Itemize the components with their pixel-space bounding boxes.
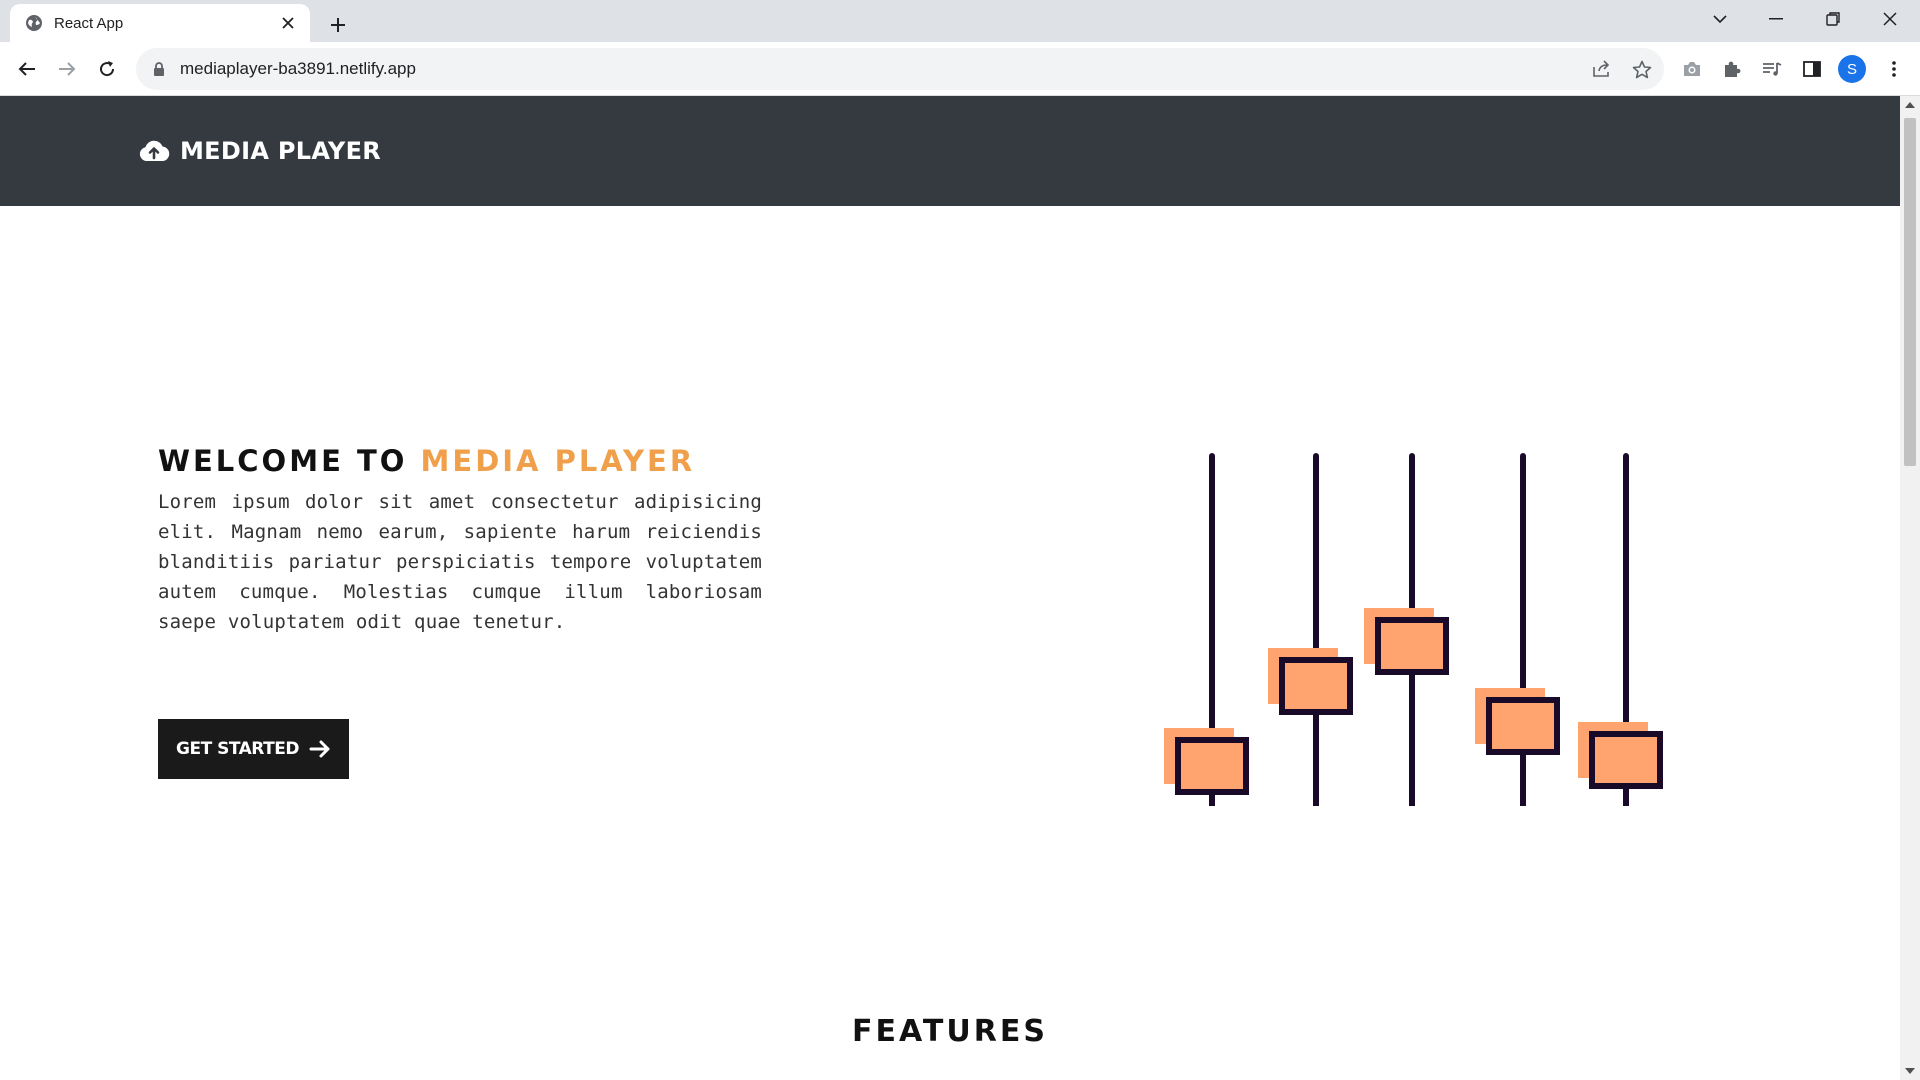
more-menu-icon[interactable] — [1878, 53, 1910, 85]
bookmark-star-icon[interactable] — [1624, 51, 1660, 87]
brand-name: MEDIA PLAYER — [180, 137, 382, 165]
address-bar[interactable]: mediaplayer-ba3891.netlify.app — [136, 48, 1664, 90]
media-controls-icon[interactable] — [1756, 53, 1788, 85]
browser-toolbar: mediaplayer-ba3891.netlify.app S — [0, 42, 1920, 96]
browser-tab[interactable]: React App — [10, 4, 310, 42]
url-text[interactable]: mediaplayer-ba3891.netlify.app — [180, 59, 416, 79]
share-icon[interactable] — [1584, 51, 1620, 87]
scrollbar-thumb[interactable] — [1904, 118, 1916, 466]
globe-icon — [24, 13, 44, 33]
close-tab-icon[interactable] — [278, 13, 298, 33]
scroll-up-icon[interactable] — [1905, 102, 1915, 108]
lock-icon[interactable] — [150, 60, 168, 78]
tab-title: React App — [54, 14, 124, 32]
page-viewport: MEDIA PLAYER WELCOME TO MEDIA PLAYER Lor… — [0, 96, 1920, 1080]
hero-title-accent: MEDIA PLAYER — [420, 444, 696, 478]
minimize-icon[interactable] — [1748, 0, 1804, 38]
features-heading: FEATURES — [852, 1014, 1048, 1049]
get-started-label: GET STARTED — [176, 739, 299, 759]
hero-title: WELCOME TO MEDIA PLAYER — [158, 444, 695, 478]
new-tab-button[interactable] — [322, 9, 354, 41]
hero-description: Lorem ipsum dolor sit amet consectetur a… — [158, 491, 762, 633]
close-window-icon[interactable] — [1862, 0, 1918, 38]
arrow-right-icon — [309, 739, 331, 759]
site-navbar: MEDIA PLAYER — [0, 96, 1900, 206]
camera-icon[interactable] — [1676, 53, 1708, 85]
back-arrow-icon[interactable] — [11, 53, 43, 85]
cloud-upload-icon — [138, 139, 172, 163]
scroll-down-icon[interactable] — [1905, 1068, 1915, 1074]
restore-icon[interactable] — [1805, 0, 1861, 38]
slider-4 — [1475, 453, 1560, 806]
get-started-button[interactable]: GET STARTED — [158, 719, 349, 779]
tab-search-icon[interactable] — [1692, 0, 1748, 38]
slider-3 — [1364, 453, 1449, 806]
extensions-puzzle-icon[interactable] — [1716, 53, 1748, 85]
hero-title-prefix: WELCOME TO — [158, 444, 408, 478]
slider-2 — [1268, 453, 1353, 806]
reload-icon[interactable] — [91, 53, 123, 85]
forward-arrow-icon[interactable] — [51, 53, 83, 85]
tab-strip: React App — [0, 0, 1920, 42]
brand-link[interactable]: MEDIA PLAYER — [138, 137, 381, 165]
slider-5 — [1578, 453, 1663, 806]
page-scrollbar[interactable] — [1900, 96, 1920, 1080]
side-panel-icon[interactable] — [1796, 53, 1828, 85]
slider-1 — [1164, 453, 1249, 806]
equalizer-sliders-illustration — [1164, 453, 1663, 806]
profile-avatar[interactable]: S — [1838, 55, 1866, 83]
